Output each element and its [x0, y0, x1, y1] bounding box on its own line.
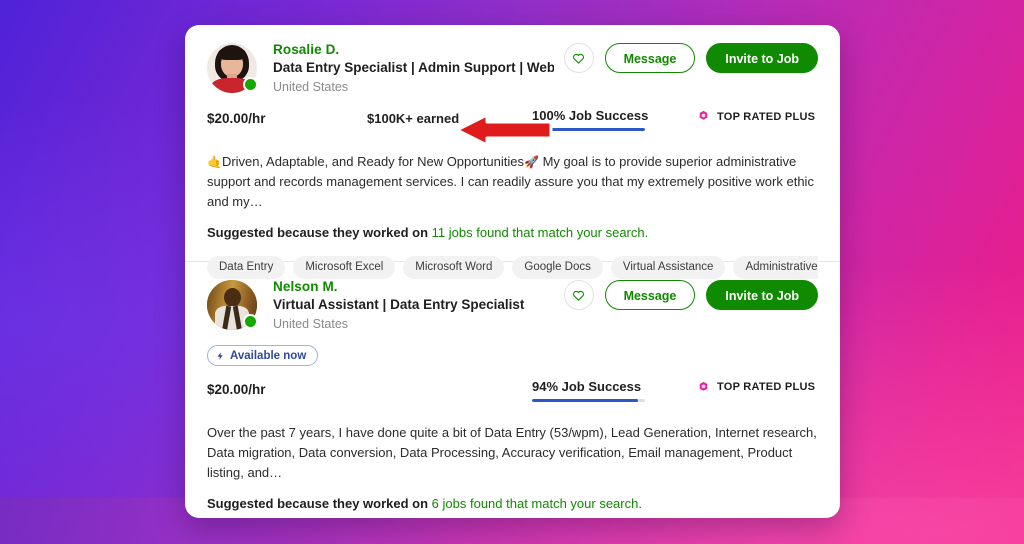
save-to-list-button[interactable]: [563, 280, 594, 310]
hourly-rate: $20.00/hr: [207, 381, 266, 397]
top-rated-plus-badge: TOP RATED PLUS: [697, 108, 815, 123]
avatar[interactable]: [207, 280, 258, 330]
top-rated-plus-badge-icon: [699, 381, 708, 391]
freelancer-card[interactable]: Rosalie D. Data Entry Specialist | Admin…: [185, 25, 840, 279]
invite-to-job-button[interactable]: Invite to Job: [706, 43, 818, 73]
freelancer-identity: Nelson M. Virtual Assistant | Data Entry…: [273, 278, 554, 333]
job-success-group: 94% Job Success: [532, 379, 652, 402]
suggested-jobs-link[interactable]: 11 jobs found that match your search.: [432, 225, 649, 240]
job-success-bar: [532, 128, 645, 131]
card-actions: Message Invite to Job: [563, 278, 818, 310]
online-status-dot: [243, 314, 258, 329]
freelancer-description: 🤙Driven, Adaptable, and Ready for New Op…: [207, 152, 818, 212]
job-success-label: 100% Job Success: [532, 108, 649, 123]
freelancer-stats: $20.00/hr $100K+ earned 100% Job Success…: [207, 108, 818, 138]
freelancer-title: Virtual Assistant | Data Entry Specialis…: [273, 297, 525, 312]
suggested-prefix: Suggested because they worked on: [207, 495, 432, 511]
freelancer-card[interactable]: Nelson M. Virtual Assistant | Data Entry…: [185, 262, 840, 518]
suggested-reason: Suggested because they worked on 11 jobs…: [207, 225, 818, 240]
freelancer-header: Nelson M. Virtual Assistant | Data Entry…: [207, 278, 818, 333]
suggested-jobs-link[interactable]: 6 jobs found that match your search.: [432, 496, 642, 511]
job-success-bar-fill: [532, 128, 645, 131]
freelancer-stats: $20.00/hr 94% Job Success TOP RATED PLUS: [207, 379, 818, 409]
freelancer-name[interactable]: Nelson M.: [273, 278, 554, 295]
heart-icon: [573, 53, 585, 64]
message-button[interactable]: Message: [604, 280, 696, 310]
top-rated-plus-label: TOP RATED PLUS: [717, 110, 816, 123]
hand-emoji-icon: 🤙: [207, 155, 222, 169]
heart-icon: [573, 290, 585, 301]
rocket-emoji-icon: 🚀: [524, 155, 539, 169]
top-rated-plus-label: TOP RATED PLUS: [717, 381, 816, 393]
card-actions: Message Invite to Job: [563, 41, 818, 73]
top-rated-plus-badge-icon: [699, 110, 708, 120]
suggested-prefix: Suggested because they worked on: [207, 225, 432, 240]
job-success-bar-fill: [532, 398, 639, 402]
freelancer-location: United States: [273, 80, 349, 94]
save-to-list-button[interactable]: [563, 43, 594, 73]
freelancer-name[interactable]: Rosalie D.: [273, 41, 554, 58]
freelancer-title: Data Entry Specialist | Admin Support | …: [273, 60, 554, 75]
invite-to-job-button[interactable]: Invite to Job: [706, 280, 818, 310]
freelancer-results-panel: Rosalie D. Data Entry Specialist | Admin…: [185, 25, 840, 518]
total-earned: [367, 379, 532, 382]
online-status-dot: [243, 77, 258, 92]
available-now-label: Available now: [230, 349, 307, 362]
freelancer-identity: Rosalie D. Data Entry Specialist | Admin…: [273, 41, 554, 96]
freelancer-description: Over the past 7 years, I have done quite…: [207, 424, 817, 480]
bolt-icon: [217, 351, 223, 360]
suggested-reason: Suggested because they worked on 6 jobs …: [207, 496, 818, 511]
freelancer-header: Rosalie D. Data Entry Specialist | Admin…: [207, 41, 818, 96]
available-now-badge: Available now: [207, 345, 319, 366]
message-button[interactable]: Message: [604, 43, 696, 73]
job-success-group: 100% Job Success: [532, 108, 652, 131]
job-success-bar: [532, 398, 645, 402]
freelancer-location: United States: [273, 317, 349, 331]
hourly-rate: $20.00/hr: [207, 111, 266, 126]
description-part-1: Driven, Adaptable, and Ready for New Opp…: [221, 154, 525, 169]
job-success-label: 94% Job Success: [532, 378, 642, 394]
avatar[interactable]: [207, 43, 258, 93]
total-earned: $100K+ earned: [367, 111, 460, 126]
top-rated-plus-badge: TOP RATED PLUS: [697, 379, 815, 394]
